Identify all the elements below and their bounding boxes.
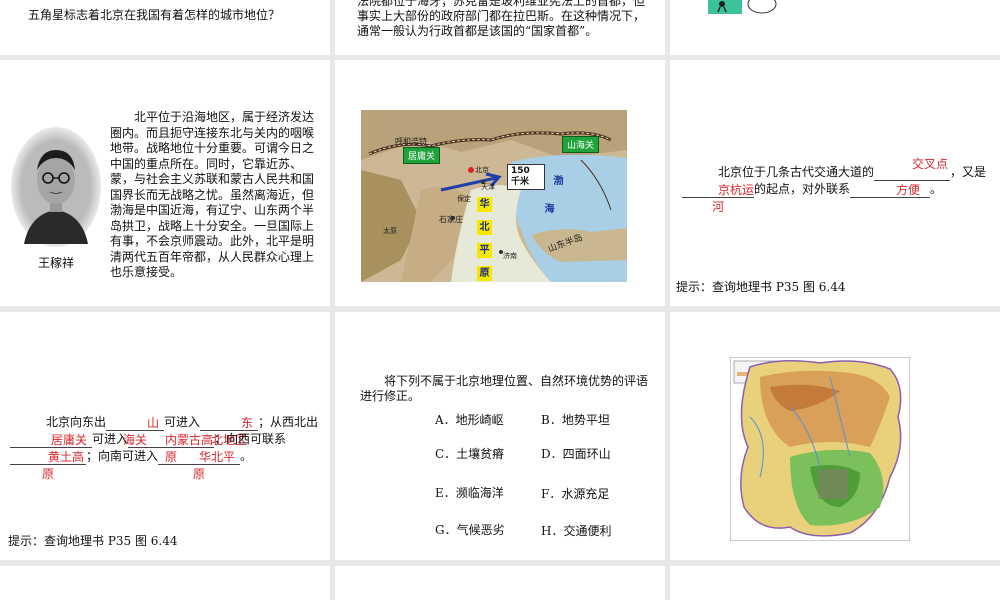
panel-r1-left: 五角星标志着北京在我国有着怎样的城市地位？ (0, 0, 330, 55)
q-text-3: ；从西北出 (258, 415, 319, 429)
huabei-label-3: 平 (477, 243, 492, 258)
blank-2[interactable]: 东北地区 (200, 415, 259, 447)
answer-3: 方便 (896, 183, 921, 197)
hai-label: 海 (544, 204, 555, 215)
portrait-name: 王稼祥 (38, 256, 75, 270)
option-c[interactable]: C．土壤贫瘠 (435, 445, 504, 462)
blank-4[interactable]: 内蒙古高原 (128, 432, 215, 464)
panel-r3-mid: 将下列不属于北京地理位置、自然环境优势的评语进行修正。 A．地形崎岖 B．地势平… (335, 312, 665, 560)
q-text-5: ；向西可联系 (214, 432, 287, 446)
q-text-1: 北京向东出 (46, 415, 107, 429)
option-f[interactable]: F．水源充足 (541, 485, 609, 502)
portrait-image (11, 127, 101, 247)
q-prefix: 北京位于几条古代交通大道的 (718, 165, 875, 179)
taiyuan-label: 太原 (383, 227, 397, 235)
huabei-label-4: 原 (477, 266, 492, 281)
q-text-2: 可进入 (164, 415, 201, 429)
option-b[interactable]: B．地势平坦 (541, 411, 610, 428)
answer-blank-1[interactable]: 交叉点 (874, 157, 951, 181)
q-text-6: ；向南可进入 (86, 449, 159, 463)
huabei-label-2: 北 (477, 220, 492, 235)
shanhaiguan-label: 山海关 (562, 136, 600, 153)
juyongguan-label: 居庸关 (403, 147, 441, 164)
panel-r2-right: 北京位于几条古代交通大道的 交叉点，又是京杭运河的起点，对外联系 方便。 提示：查询… (670, 60, 1000, 306)
option-d[interactable]: D．四面环山 (541, 445, 611, 462)
answer-blank-2[interactable]: 京杭运河 (682, 182, 754, 214)
jinan-label: 济南 (503, 252, 517, 260)
shijiazhuang-label: 石家庄 (439, 215, 463, 224)
option-h[interactable]: H．交通便利 (541, 522, 611, 539)
capital-text: 法院都位于海牙；苏克雷是玻利维亚宪法上的首都，但事实上大部份的政府部门都在拉巴斯… (357, 0, 646, 38)
panel-r2-mid: 居庸关 山海关 呼和浩特 北京 天津 石家庄 济南 太原 保定 150 千米 渤… (335, 60, 665, 306)
q-mid2: 的起点，对外联系 (754, 182, 851, 196)
question-text: 五角星标志着北京在我国有着怎样的城市地位？ (28, 8, 281, 22)
panel-r1-mid: 法院都位于海牙；苏克雷是玻利维亚宪法上的首都，但事实上大部份的政府部门都在拉巴斯… (335, 0, 665, 55)
beijing-topographic-map (730, 357, 910, 541)
blank-6[interactable]: 华北平原 (158, 449, 241, 481)
q-end: 。 (930, 182, 943, 196)
answer-2: 京杭运河 (711, 183, 755, 214)
huabei-label-1: 华 (477, 197, 492, 212)
panel-r4-right (670, 566, 1000, 600)
blank-3[interactable]: 居庸关 (10, 432, 92, 448)
blank-5[interactable]: 黄土高原 (10, 449, 86, 481)
q-text-4: 可进入 (92, 432, 129, 446)
tianjin-label: 天津 (481, 183, 495, 191)
q-mid1: ，又是 (950, 165, 987, 179)
panel-r1-right (670, 0, 1000, 55)
panel-r3-right (670, 312, 1000, 560)
answer-blank-3[interactable]: 方便 (850, 182, 931, 198)
bo-label: 渤 (553, 176, 564, 187)
panel-r2-left: 王稼祥 北平位于沿海地区，属于经济发达圈内。而且扼守连接东北与关内的咽喉地带。战… (0, 60, 330, 306)
answer-huangtu: 黄土高原 (41, 450, 84, 481)
panel-r4-left (0, 566, 330, 600)
answer-1: 交叉点 (912, 157, 949, 171)
answer-juyongguan: 居庸关 (50, 433, 87, 447)
distance-label: 150 千米 (507, 164, 545, 190)
option-e[interactable]: E．濒临海洋 (435, 484, 504, 501)
hint-text: 提示：查询地理书 P35 图 6.44 (676, 280, 846, 294)
pass-question: 北京向东出 山海关可进入 东北地区；从西北出居庸关 可进入 内蒙古高原；向西可联系黄土高… (10, 414, 324, 481)
cartoon-illustration (708, 0, 777, 14)
baoding-label: 保定 (457, 195, 471, 203)
answer-huabei: 华北平原 (193, 450, 236, 481)
wang-jiaxiang-quote: 北平位于沿海地区，属于经济发达圈内。而且扼守连接东北与关内的咽喉地带。战略地位十… (110, 110, 315, 279)
beijing-label: 北京 (475, 166, 489, 174)
panel-r3-left: 北京向东出 山海关可进入 东北地区；从西北出居庸关 可进入 内蒙古高原；向西可联系黄土高… (0, 312, 330, 560)
panel-r4-mid (335, 566, 665, 600)
option-g[interactable]: G．气候恶劣 (435, 521, 505, 538)
hint-text: 提示：查询地理书 P35 图 6.44 (8, 534, 178, 548)
blank-1[interactable]: 山海关 (106, 415, 165, 447)
correction-question: 将下列不属于北京地理位置、自然环境优势的评语进行修正。 (360, 374, 649, 403)
traffic-question: 北京位于几条古代交通大道的 交叉点，又是京杭运河的起点，对外联系 方便。 (682, 157, 994, 214)
huhehaote-label: 呼和浩特 (395, 137, 427, 146)
option-a[interactable]: A．地形崎岖 (435, 411, 504, 428)
q-text-7: 。 (240, 449, 253, 463)
